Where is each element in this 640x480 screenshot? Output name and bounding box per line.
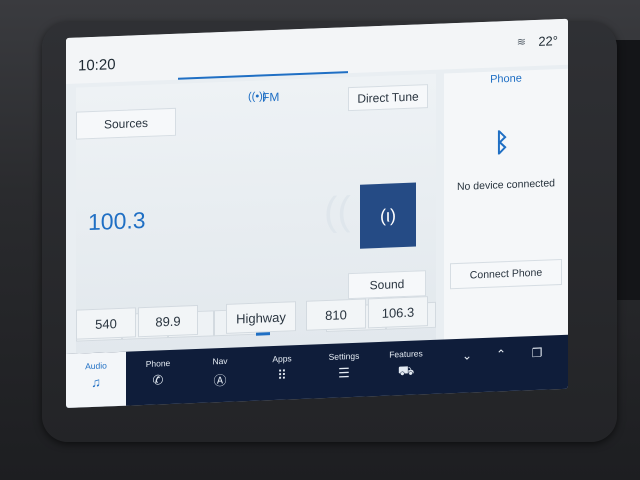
vehicle-features-icon: ⛟ (397, 362, 415, 379)
preset-button[interactable]: 810 (306, 298, 366, 331)
outside-temperature: 22° (538, 33, 558, 49)
settings-sliders-icon: ☰ (338, 365, 350, 381)
music-note-icon: ♫ (91, 374, 101, 391)
navigation-icon: Ⓐ (213, 372, 227, 389)
preset-button[interactable]: 89.9 (138, 304, 198, 338)
preset-button[interactable]: Highway (226, 301, 296, 334)
dashboard-background: 10:20 ≋ 22° ((•)) FM Sources Direct Tune… (0, 0, 640, 480)
nav-nav[interactable]: Nav Ⓐ (190, 347, 250, 405)
nav-label: Settings (328, 350, 360, 362)
direct-tune-button[interactable]: Direct Tune (348, 84, 428, 112)
nav-label: Nav (212, 355, 228, 367)
apps-grid-icon: ⠿ (277, 367, 287, 383)
sources-button[interactable]: Sources (76, 107, 176, 140)
nav-features[interactable]: Features ⛟ (376, 340, 436, 398)
wifi-icon: ≋ (516, 36, 526, 49)
nav-label: Apps (272, 353, 292, 365)
nav-audio[interactable]: Audio ♫ (66, 351, 126, 408)
clock: 10:20 (78, 56, 116, 75)
preset-highlight (256, 332, 270, 336)
frequency-display: 100.3 (88, 206, 146, 236)
connect-phone-button[interactable]: Connect Phone (450, 258, 562, 290)
bluetooth-icon: ᛒ (494, 126, 510, 158)
nav-phone[interactable]: Phone ✆ (128, 349, 188, 407)
nav-settings[interactable]: Settings ☰ (314, 342, 374, 400)
station-art-tile[interactable]: (ι) (360, 182, 416, 249)
preset-button[interactable]: 540 (76, 307, 136, 340)
window-switch-icon[interactable]: ❐ (522, 335, 552, 372)
phone-icon: ✆ (152, 372, 164, 388)
phone-panel[interactable]: Phone ᛒ No device connected Connect Phon… (444, 68, 568, 344)
nav-apps[interactable]: Apps ⠿ (252, 345, 312, 403)
band-label: FM (262, 89, 280, 105)
nav-label: Audio (85, 360, 107, 372)
nav-label: Phone (145, 357, 171, 369)
infotainment-screen: 10:20 ≋ 22° ((•)) FM Sources Direct Tune… (66, 18, 568, 408)
chevron-down-icon[interactable]: ⌄ (452, 338, 482, 375)
nav-label: Features (389, 348, 423, 360)
chevron-up-icon[interactable]: ⌃ (486, 337, 516, 374)
sound-button[interactable]: Sound (348, 270, 426, 300)
phone-status: No device connected (456, 177, 556, 193)
broadcast-icon: (ι) (380, 204, 396, 226)
preset-button[interactable]: 106.3 (368, 296, 428, 329)
signal-wave-icon: (( (324, 189, 351, 235)
phone-title: Phone (490, 72, 522, 86)
